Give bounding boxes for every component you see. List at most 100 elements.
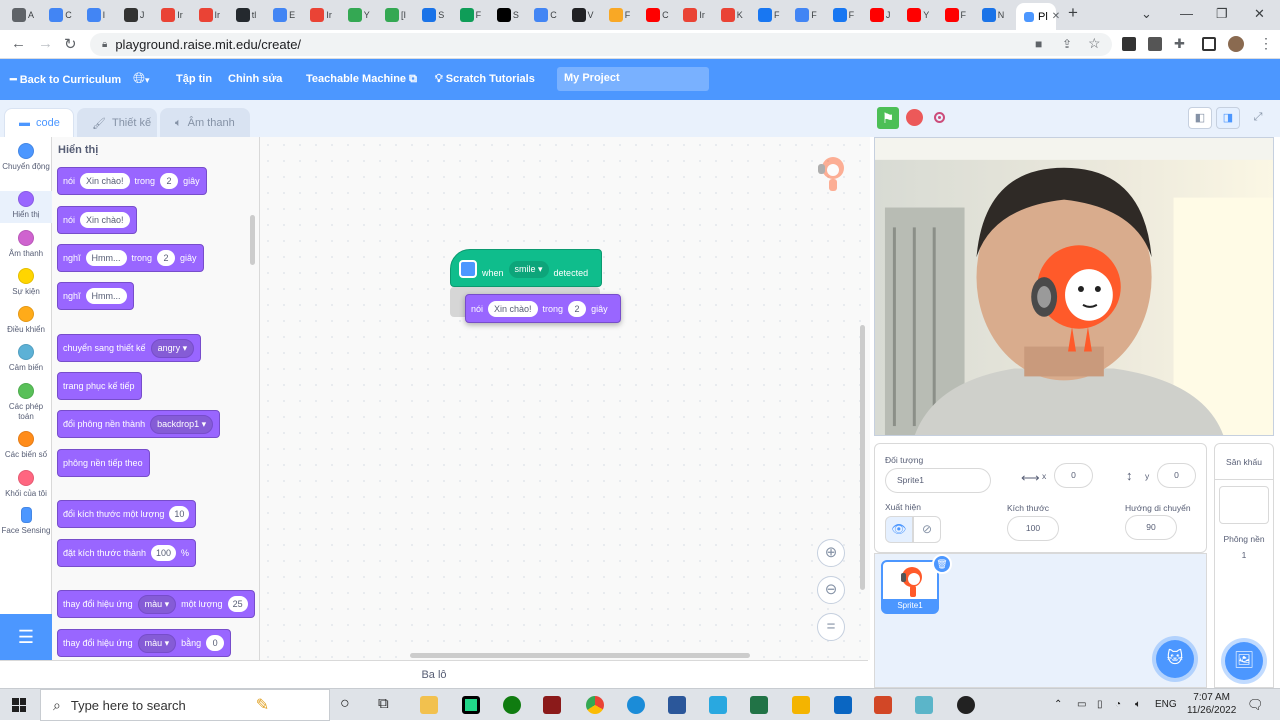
- large-stage-button[interactable]: ◨: [1216, 107, 1240, 129]
- block-dropdown[interactable]: angry ▾: [150, 338, 195, 358]
- palette-block[interactable]: đặt kích thước thành 100%: [57, 539, 197, 567]
- back-to-curriculum-link[interactable]: ━ Back to Curriculum: [10, 73, 121, 86]
- category-10[interactable]: Face Sensing: [0, 507, 52, 539]
- size-input[interactable]: 100: [1007, 516, 1059, 541]
- record-button[interactable]: [934, 112, 945, 123]
- stage-webcam-view[interactable]: [874, 137, 1274, 436]
- network-icon[interactable]: ▭: [1077, 699, 1086, 710]
- reload-icon[interactable]: ↻: [64, 35, 77, 53]
- browser-tab[interactable]: E: [273, 5, 306, 25]
- notifications-icon[interactable]: 🗨︎: [1247, 697, 1264, 713]
- profile-avatar[interactable]: [1228, 36, 1244, 52]
- category-4[interactable]: Sự kiện: [0, 268, 52, 300]
- browser-tab[interactable]: Ir: [683, 5, 716, 25]
- fullscreen-button[interactable]: ⤢: [1246, 107, 1270, 129]
- palette-scrollbar[interactable]: [250, 215, 255, 265]
- cortana-icon[interactable]: ○: [340, 695, 350, 713]
- block-text-input[interactable]: Xin chào!: [80, 173, 130, 189]
- block-number-input[interactable]: 2: [157, 250, 176, 266]
- browser-tab[interactable]: Ir: [310, 5, 343, 25]
- workspace-horizontal-scrollbar[interactable]: [410, 653, 750, 658]
- browser-tab[interactable]: J: [869, 5, 903, 25]
- category-7[interactable]: Các phép toán: [0, 383, 52, 425]
- browser-tab[interactable]: I: [86, 5, 120, 25]
- project-title-input[interactable]: My Project: [557, 67, 709, 91]
- block-dropdown[interactable]: màu ▾: [137, 633, 177, 653]
- palette-block[interactable]: nghĩ Hmm...: [57, 282, 134, 310]
- notes-icon[interactable]: [792, 696, 810, 714]
- extension-1-icon[interactable]: [1122, 37, 1136, 51]
- stop-button[interactable]: [906, 109, 923, 126]
- side-panel-icon[interactable]: [1202, 37, 1216, 51]
- palette-block[interactable]: phông nền tiếp theo: [57, 449, 150, 477]
- extension-2-icon[interactable]: [1148, 37, 1162, 51]
- excel-icon[interactable]: [750, 696, 768, 714]
- browser-tab[interactable]: F: [459, 5, 493, 25]
- block-text-input[interactable]: Xin chào!: [80, 212, 130, 228]
- category-1[interactable]: Chuyển động: [0, 143, 52, 175]
- browser-tab[interactable]: A: [12, 5, 45, 25]
- browser-tab[interactable]: F: [944, 5, 978, 25]
- block-number-input[interactable]: 10: [169, 506, 190, 522]
- file-explorer-icon[interactable]: [420, 696, 438, 714]
- menu-teachable-machine[interactable]: Teachable Machine ⧉: [306, 73, 417, 86]
- palette-block[interactable]: thay đổi hiệu ứng màu ▾ một lượng 25: [57, 590, 255, 618]
- say-seconds-input[interactable]: 2: [568, 300, 587, 317]
- backpack-bar[interactable]: Ba lô: [0, 660, 868, 688]
- browser-menu-icon[interactable]: ⋮: [1259, 35, 1273, 52]
- show-sprite-eye-icon[interactable]: 👁︎: [885, 516, 913, 543]
- extensions-puzzle-icon[interactable]: ✚: [1174, 36, 1185, 52]
- powerpoint-icon[interactable]: [874, 696, 892, 714]
- category-9[interactable]: Khối của tôi: [0, 470, 52, 502]
- browser-tab[interactable]: S: [496, 5, 530, 25]
- palette-block[interactable]: chuyển sang thiết kế angry ▾: [57, 334, 202, 362]
- palette-block[interactable]: đổi phông nền thành backdrop1 ▾: [57, 410, 221, 438]
- word-icon[interactable]: [668, 696, 686, 714]
- ide-icon[interactable]: [709, 696, 727, 714]
- close-tab-icon[interactable]: ✕: [1052, 11, 1060, 22]
- expression-dropdown[interactable]: smile ▾: [508, 261, 549, 278]
- palette-block[interactable]: trang phục kế tiếp: [57, 372, 142, 400]
- tab-costumes[interactable]: 🖌︎ Thiết kế: [77, 108, 157, 137]
- browser-tab[interactable]: N: [981, 5, 1015, 25]
- y-position-input[interactable]: 0: [1157, 463, 1196, 488]
- zoom-reset-button[interactable]: =: [817, 613, 845, 641]
- category-3[interactable]: Âm thanh: [0, 230, 52, 262]
- app-blue-icon[interactable]: [834, 696, 852, 714]
- browser-tab[interactable]: C: [534, 5, 567, 25]
- category-6[interactable]: Cảm biến: [0, 344, 52, 376]
- palette-block[interactable]: nói Xin chào!: [57, 206, 137, 234]
- stage-thumbnail[interactable]: [1219, 486, 1269, 524]
- zoom-out-button[interactable]: ⊖: [817, 576, 845, 604]
- browser-tab[interactable]: J: [123, 5, 157, 25]
- small-stage-button[interactable]: ◧: [1188, 107, 1212, 129]
- maximize-button[interactable]: ❐: [1216, 6, 1228, 22]
- task-view-icon[interactable]: ⧉: [378, 695, 389, 712]
- direction-input[interactable]: 90: [1125, 515, 1177, 540]
- app-dark-red-icon[interactable]: [543, 696, 561, 714]
- language-globe-icon[interactable]: 🌐︎▾: [133, 70, 150, 87]
- browser-tab[interactable]: C: [49, 5, 82, 25]
- palette-block[interactable]: thay đổi hiệu ứng màu ▾ bằng 0: [57, 629, 232, 657]
- stage-target-pane[interactable]: Sân khấu Phông nền 1 🖼︎: [1214, 443, 1274, 688]
- palette-block[interactable]: đổi kích thước một lượng 10: [57, 500, 197, 528]
- say-message-input[interactable]: Xin chào!: [488, 300, 538, 317]
- browser-tab[interactable]: C: [646, 5, 679, 25]
- taskbar-search-box[interactable]: ⌕ Type here to search ✎: [40, 689, 330, 721]
- block-number-input[interactable]: 25: [227, 596, 248, 612]
- back-arrow-icon[interactable]: ←: [11, 35, 26, 52]
- category-2[interactable]: Hiển thị: [0, 191, 52, 223]
- add-extension-button[interactable]: ☰: [0, 614, 52, 660]
- address-bar[interactable]: 🔒︎ playground.raise.mit.edu/create/: [90, 33, 1112, 56]
- menu-edit[interactable]: Chỉnh sửa: [228, 73, 282, 85]
- block-dropdown[interactable]: màu ▾: [137, 594, 177, 614]
- browser-tab[interactable]: Ir: [161, 5, 194, 25]
- palette-block[interactable]: nghĩ Hmm... trong 2 giây: [57, 244, 204, 272]
- sprite-name-input[interactable]: Sprite1: [885, 468, 991, 493]
- menu-file[interactable]: Tập tin: [176, 73, 212, 85]
- close-window-button[interactable]: ✕: [1254, 6, 1265, 22]
- browser-tab-active[interactable]: Pl ✕: [1016, 3, 1060, 30]
- browser-tab[interactable]: Y: [347, 5, 381, 25]
- minimize-button[interactable]: —: [1180, 6, 1193, 21]
- green-flag-button[interactable]: ⚑: [877, 107, 899, 129]
